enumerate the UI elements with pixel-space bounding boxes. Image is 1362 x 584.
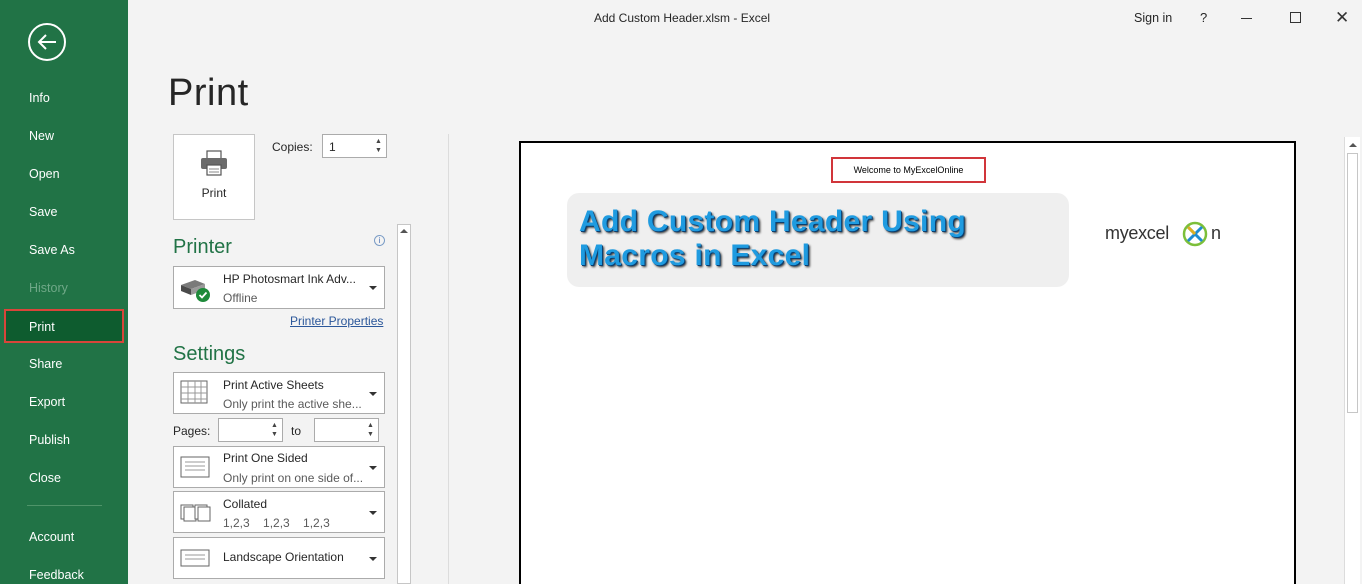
banner-title: Add Custom Header Using Macros in Excel bbox=[579, 205, 966, 273]
collated-pages-icon bbox=[180, 504, 211, 522]
nav-history: History bbox=[29, 281, 68, 295]
nav-divider bbox=[27, 505, 102, 506]
nav-share[interactable]: Share bbox=[0, 345, 128, 383]
nav-info[interactable]: Info bbox=[0, 79, 128, 117]
collation-title: Collated bbox=[223, 497, 268, 511]
banner-line-1: Add Custom Header Using bbox=[579, 205, 966, 238]
nav-new[interactable]: New bbox=[0, 117, 128, 155]
printer-icon bbox=[201, 150, 227, 176]
printer-name: HP Photosmart Ink Adv... bbox=[223, 272, 356, 286]
copies-value: 1 bbox=[329, 140, 336, 154]
copies-label: Copies: bbox=[272, 140, 313, 154]
orientation-title: Landscape Orientation bbox=[223, 550, 344, 564]
info-icon[interactable]: i bbox=[374, 235, 385, 246]
nav-publish[interactable]: Publish bbox=[0, 421, 128, 459]
page-title: Print bbox=[168, 72, 249, 114]
landscape-icon bbox=[180, 549, 210, 567]
sheet-grid-icon bbox=[180, 380, 208, 404]
one-sided-page-icon bbox=[180, 456, 210, 478]
nav-close[interactable]: Close bbox=[0, 459, 128, 497]
nav-open[interactable]: Open bbox=[0, 155, 128, 193]
chevron-down-icon bbox=[369, 511, 377, 515]
close-icon[interactable]: ✕ bbox=[1335, 8, 1349, 28]
back-arrow-icon bbox=[37, 34, 56, 50]
settings-scrollbar[interactable] bbox=[397, 224, 411, 584]
help-icon[interactable]: ? bbox=[1200, 10, 1207, 25]
printer-offline-icon bbox=[181, 280, 210, 302]
title-banner: Add Custom Header Using Macros in Excel bbox=[567, 193, 1069, 287]
spin-arrows-icon[interactable]: ▲ ▼ bbox=[375, 137, 383, 155]
print-button[interactable]: Print bbox=[173, 134, 255, 220]
nav-print[interactable]: Print bbox=[4, 309, 124, 343]
back-button[interactable] bbox=[28, 23, 66, 61]
minimize-icon[interactable] bbox=[1241, 18, 1252, 19]
logo-suffix: n bbox=[1211, 223, 1221, 243]
printer-properties-link[interactable]: Printer Properties bbox=[290, 314, 383, 328]
collation-desc: 1,2,3 1,2,3 1,2,3 bbox=[223, 516, 330, 530]
logo-mark-icon bbox=[1182, 221, 1208, 247]
print-what-dropdown[interactable]: Print Active Sheets Only print the activ… bbox=[173, 372, 385, 414]
collation-dropdown[interactable]: Collated 1,2,3 1,2,3 1,2,3 bbox=[173, 491, 385, 533]
sides-title: Print One Sided bbox=[223, 451, 308, 465]
printer-dropdown[interactable]: HP Photosmart Ink Adv... Offline bbox=[173, 266, 385, 309]
nav-account[interactable]: Account bbox=[0, 518, 128, 556]
orientation-dropdown[interactable]: Landscape Orientation bbox=[173, 537, 385, 579]
sides-dropdown[interactable]: Print One Sided Only print on one side o… bbox=[173, 446, 385, 488]
print-what-title: Print Active Sheets bbox=[223, 378, 324, 392]
nav-feedback[interactable]: Feedback bbox=[0, 556, 128, 584]
scroll-up-icon[interactable] bbox=[400, 229, 408, 233]
copies-stepper[interactable]: 1 ▲ ▼ bbox=[322, 134, 387, 158]
backstage-sidebar: Info New Open Save Save As History Print… bbox=[0, 0, 128, 584]
nav-export[interactable]: Export bbox=[0, 383, 128, 421]
backstage-nav: Info New Open Save Save As History Print… bbox=[0, 79, 128, 584]
chevron-down-icon bbox=[369, 557, 377, 561]
pages-to-label: to bbox=[291, 424, 302, 438]
chevron-down-icon bbox=[369, 286, 377, 290]
print-preview-page: Welcome to MyExcelOnline Add Custom Head… bbox=[519, 141, 1296, 584]
nav-save-as[interactable]: Save As bbox=[0, 231, 128, 269]
printer-status: Offline bbox=[223, 291, 258, 305]
scrollbar-thumb[interactable] bbox=[1347, 153, 1358, 413]
pane-divider bbox=[448, 134, 449, 584]
print-what-desc: Only print the active she... bbox=[223, 397, 362, 411]
chevron-down-icon bbox=[369, 392, 377, 396]
banner-line-2: Macros in Excel bbox=[579, 239, 811, 272]
logo-text: myexcel bbox=[1105, 223, 1169, 243]
print-button-label: Print bbox=[201, 186, 227, 200]
printer-section-title: Printer bbox=[173, 236, 232, 258]
title-bar: Add Custom Header.xlsm - Excel Sign in ?… bbox=[128, 0, 1362, 36]
scroll-up-icon[interactable] bbox=[1349, 143, 1357, 147]
custom-header-text: Welcome to MyExcelOnline bbox=[831, 157, 986, 183]
myexcelonline-logo: myexcel n bbox=[1105, 219, 1235, 249]
nav-save[interactable]: Save bbox=[0, 193, 128, 231]
window-title: Add Custom Header.xlsm - Excel bbox=[594, 11, 771, 25]
pages-to-input[interactable]: ▲ ▼ bbox=[314, 418, 379, 442]
spin-arrows-icon[interactable]: ▲ ▼ bbox=[367, 421, 375, 439]
sides-desc: Only print on one side of... bbox=[223, 471, 364, 485]
sign-in-link[interactable]: Sign in bbox=[1134, 11, 1172, 25]
spin-arrows-icon[interactable]: ▲ ▼ bbox=[271, 421, 279, 439]
pages-label: Pages: bbox=[173, 424, 211, 438]
chevron-down-icon bbox=[369, 466, 377, 470]
maximize-icon[interactable] bbox=[1290, 12, 1301, 23]
pages-from-input[interactable]: ▲ ▼ bbox=[218, 418, 283, 442]
settings-section-title: Settings bbox=[173, 343, 246, 365]
preview-scrollbar[interactable] bbox=[1344, 137, 1360, 584]
